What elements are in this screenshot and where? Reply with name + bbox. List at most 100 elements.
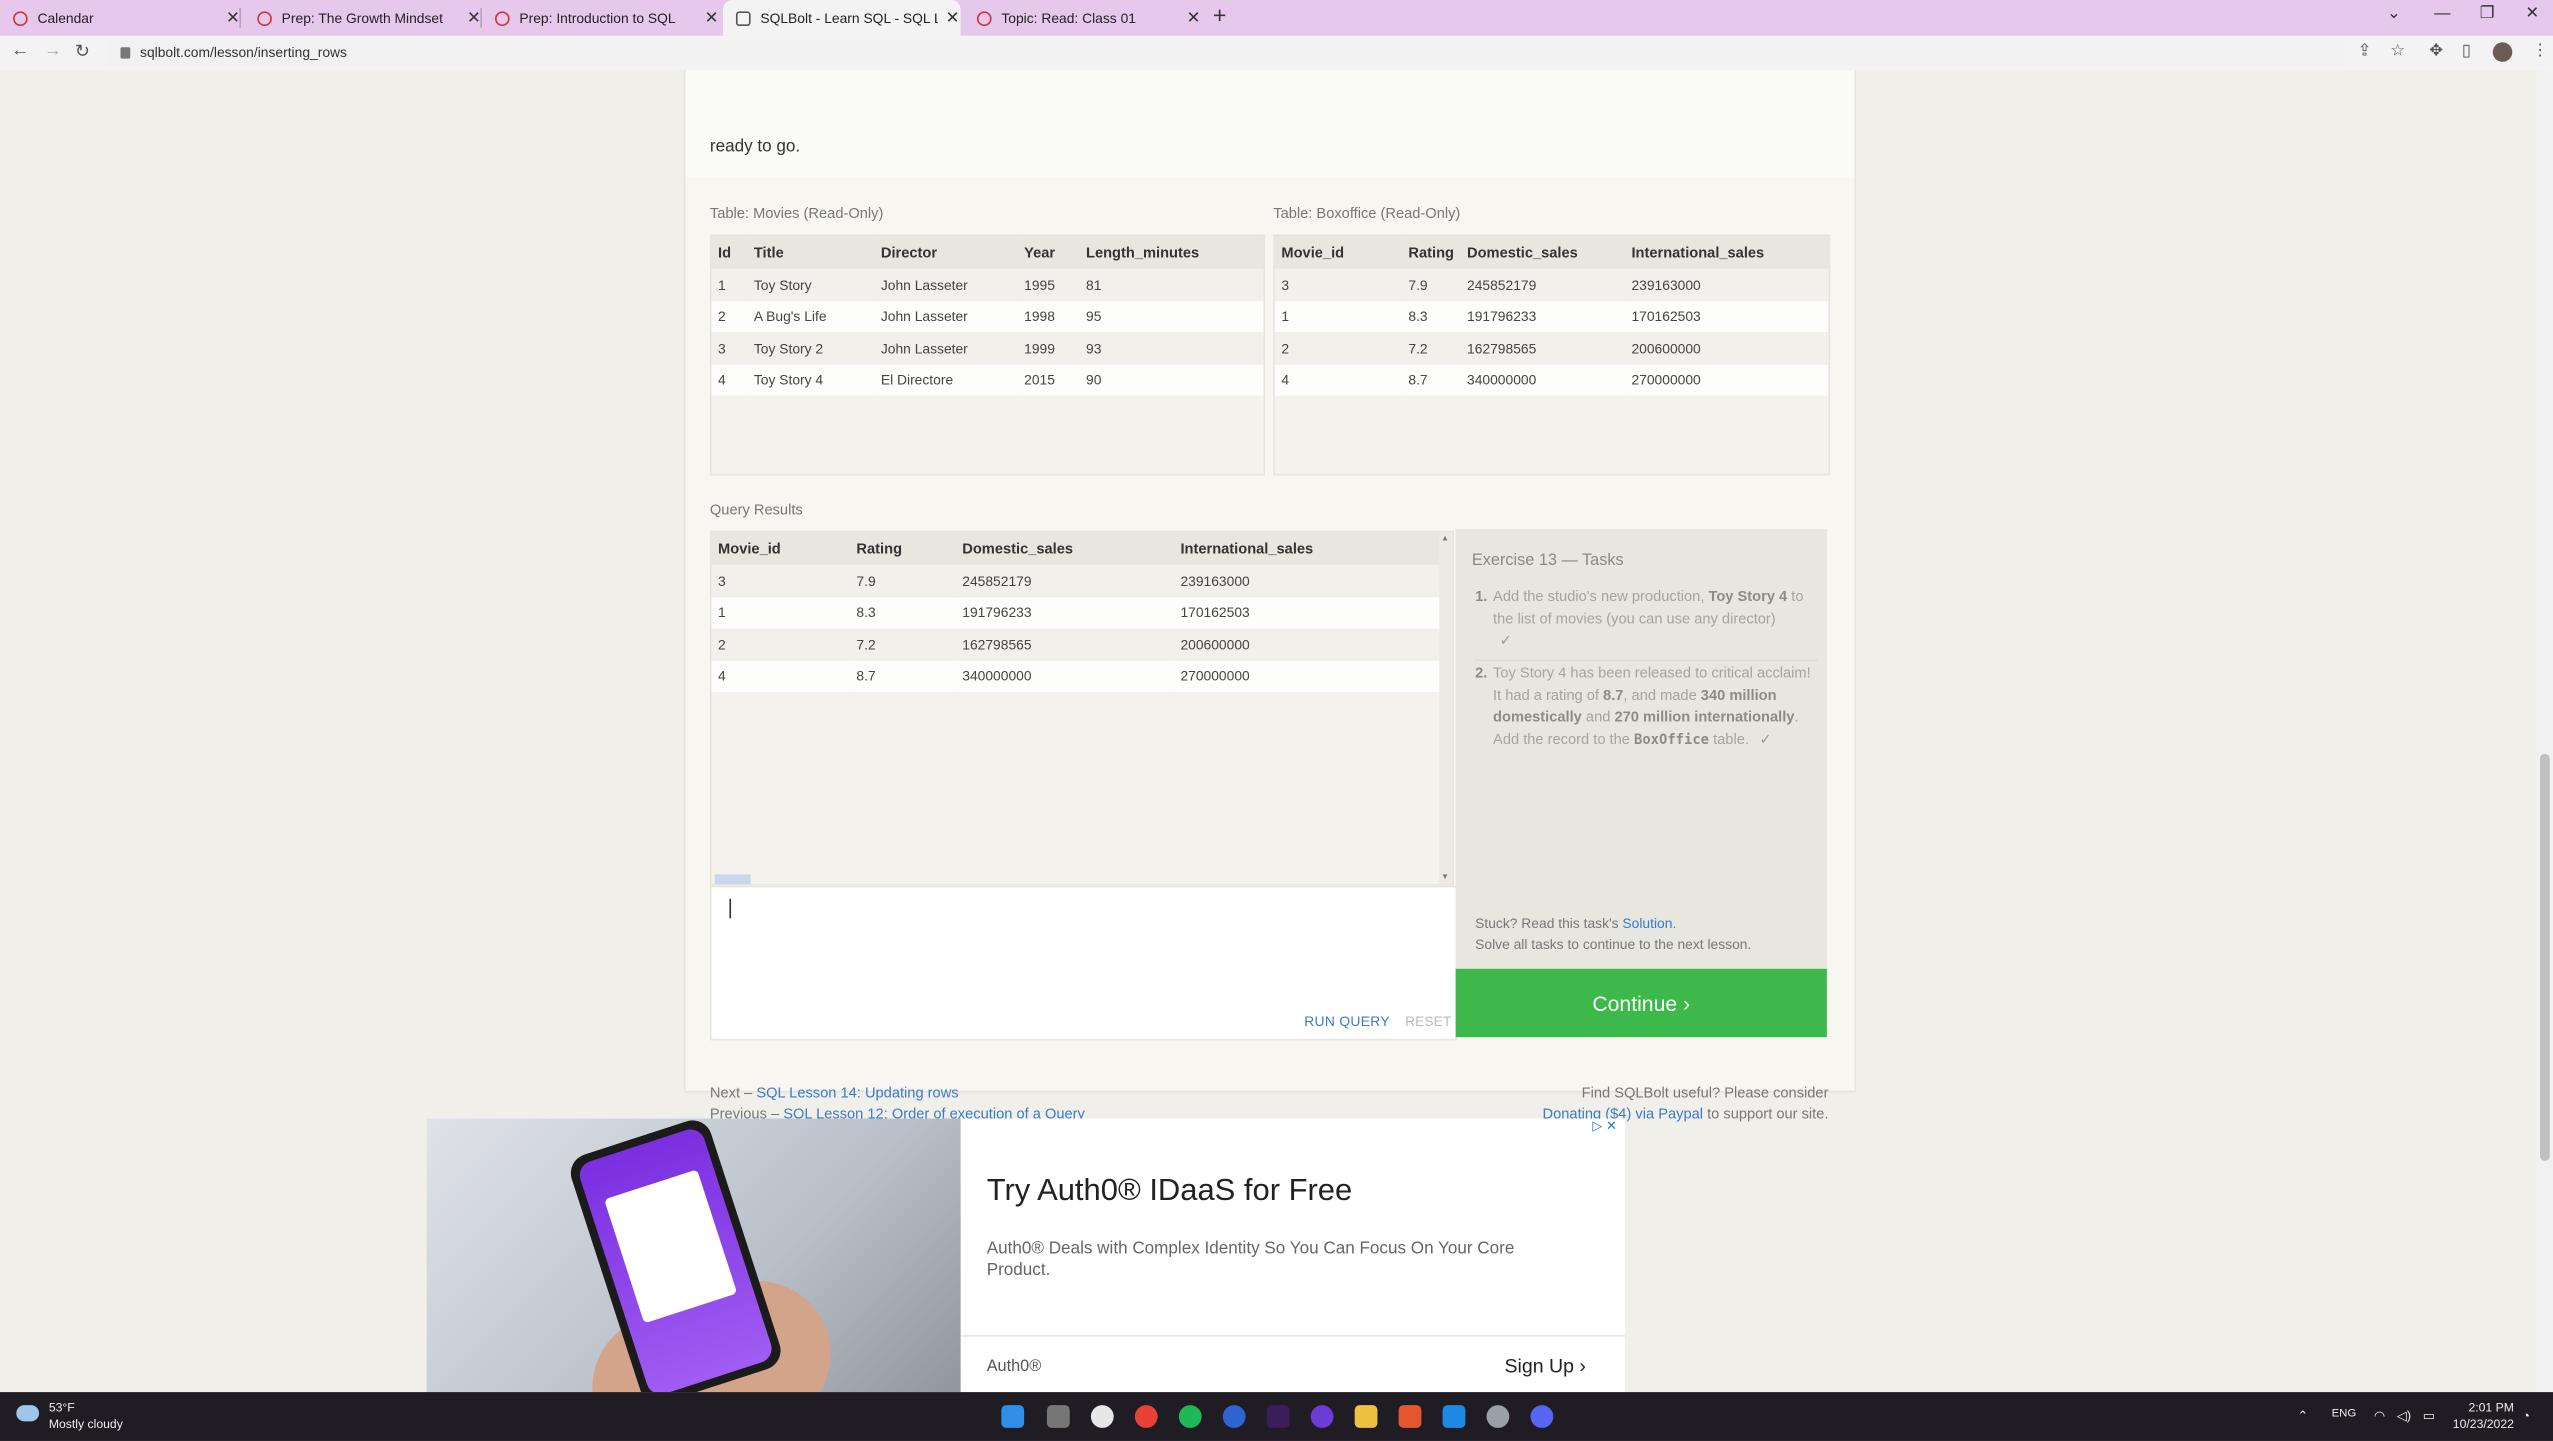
clock[interactable]: 2:01 PM 10/23/2022 — [2453, 1400, 2514, 1433]
table-cell: 4 — [1274, 363, 1402, 396]
word-icon[interactable] — [1222, 1405, 1246, 1428]
column-header: Rating — [1401, 236, 1461, 269]
results-resize-handle[interactable] — [714, 874, 751, 885]
table-cell: 245852179 — [955, 564, 1174, 597]
new-tab-button[interactable]: + — [1213, 2, 1226, 28]
table-cell: John Lasseter — [874, 268, 1018, 301]
reset-button[interactable]: RESET — [1405, 1013, 1451, 1029]
exercise-tasks-panel: Exercise 13 — Tasks 1. Add the studio's … — [1455, 529, 1827, 969]
table-cell: 245852179 — [1460, 268, 1625, 301]
weather-widget[interactable]: 53°F Mostly cloudy — [16, 1400, 123, 1433]
table-cell: Toy Story — [747, 268, 875, 301]
results-scrollbar[interactable]: ▲ ▼ — [1439, 532, 1453, 885]
column-header: Movie_id — [711, 532, 850, 565]
table-row: 1 8.3 191796233 170162503 — [1274, 300, 1829, 333]
table-cell: 3 — [711, 564, 850, 597]
close-icon[interactable]: ✕ — [1185, 9, 1201, 27]
tab-label: Prep: The Growth Mindset — [281, 9, 443, 27]
minimize-icon[interactable]: — — [2434, 5, 2450, 23]
share-icon[interactable]: ⇪ — [2358, 42, 2372, 60]
close-icon[interactable]: ✕ — [944, 9, 960, 27]
tab-read-class[interactable]: Topic: Read: Class 01 ✕ — [964, 0, 1202, 36]
check-icon: ✓ — [1759, 730, 1772, 747]
table-cell: 239163000 — [1624, 268, 1829, 301]
table-row: 4 8.7 340000000 270000000 — [1274, 363, 1829, 396]
tab-calendar[interactable]: Calendar ✕ — [0, 0, 241, 36]
photos-icon[interactable] — [1442, 1405, 1466, 1428]
table-cell: A Bug's Life — [747, 300, 875, 333]
window-close-icon[interactable]: ✕ — [2525, 5, 2539, 23]
restore-icon[interactable]: ❐ — [2480, 5, 2495, 23]
side-panel-icon[interactable]: ▯ — [2462, 42, 2471, 60]
ad-signup-button[interactable]: Sign Up › — [1504, 1355, 1585, 1378]
github-desktop-icon[interactable] — [1310, 1405, 1334, 1428]
menu-icon[interactable]: ⋮ — [2532, 42, 2548, 60]
tab-label: Calendar — [37, 9, 94, 27]
start-icon[interactable] — [1001, 1405, 1025, 1428]
wifi-icon[interactable]: ◠ — [2374, 1408, 2385, 1423]
tab-label: Topic: Read: Class 01 — [1001, 9, 1136, 27]
close-icon[interactable]: ✕ — [703, 9, 719, 27]
solution-link[interactable]: Solution — [1622, 915, 1672, 931]
reload-icon[interactable]: ↻ — [75, 41, 90, 62]
tab-label: SQLBolt - Learn SQL - SQL Lesson — [760, 9, 937, 27]
table-cell: 3 — [711, 332, 748, 364]
table-row: 4 Toy Story 4 El Directore 2015 90 — [711, 363, 1264, 396]
volume-icon[interactable]: ◁) — [2397, 1408, 2411, 1423]
spotify-icon[interactable] — [1178, 1405, 1202, 1428]
table-cell: 7.2 — [1401, 332, 1461, 364]
url-field[interactable]: sqlbolt.com/lesson/inserting_rows — [107, 40, 2345, 66]
column-header: Length_minutes — [1079, 236, 1264, 269]
table-cell: 4 — [711, 660, 850, 692]
task-2: 2. Toy Story 4 has been released to crit… — [1475, 664, 1811, 749]
scrollbar-thumb[interactable] — [2539, 753, 2550, 1161]
language-indicator[interactable]: ENG — [2332, 1408, 2357, 1419]
office-icon[interactable] — [1398, 1405, 1422, 1428]
continue-button[interactable]: Continue › — [1455, 968, 1827, 1038]
forward-icon[interactable]: → — [44, 41, 62, 61]
intellij-icon[interactable] — [1266, 1405, 1290, 1428]
table-cell: 7.2 — [849, 628, 956, 661]
table-cell: 8.3 — [1401, 300, 1461, 333]
slack-icon[interactable] — [1090, 1405, 1114, 1428]
tab-search-icon[interactable]: ⌄ — [2387, 5, 2401, 23]
table-cell: John Lasseter — [874, 300, 1018, 333]
table-cell: 1999 — [1017, 332, 1080, 364]
ad-choices-icon[interactable]: ▷ ✕ — [1592, 1119, 1617, 1134]
chevron-right-icon: › — [1579, 1354, 1586, 1378]
movies-table-caption: Table: Movies (Read-Only) — [709, 205, 884, 222]
chrome-icon[interactable] — [1134, 1405, 1158, 1428]
column-header: Movie_id — [1274, 236, 1402, 269]
next-lesson-link[interactable]: SQL Lesson 14: Updating rows — [756, 1084, 958, 1100]
tab-growth-mindset[interactable]: Prep: The Growth Mindset ✕ — [244, 0, 482, 36]
table-row: 1 Toy Story John Lasseter 1995 81 — [711, 268, 1264, 301]
battery-icon[interactable]: ▭ — [2423, 1408, 2435, 1423]
ad-description: Auth0® Deals with Complex Identity So Yo… — [986, 1239, 1515, 1280]
table-cell: Toy Story 2 — [747, 332, 875, 364]
ad-title[interactable]: Try Auth0® IDaaS for Free — [987, 1174, 1353, 1210]
task-view-icon[interactable] — [1046, 1405, 1070, 1428]
profile-avatar[interactable] — [2492, 42, 2513, 62]
tab-sqlbolt[interactable]: SQLBolt - Learn SQL - SQL Lesson ✕ — [722, 0, 961, 36]
advertisement[interactable]: ▷ ✕ Try Auth0® IDaaS for Free Auth0® Dea… — [426, 1118, 1625, 1393]
tab-favicon-icon — [257, 10, 272, 26]
column-header: Title — [747, 236, 875, 269]
back-icon[interactable]: ← — [11, 41, 29, 61]
notification-icon[interactable]: ◔ — [2522, 1408, 2530, 1423]
query-results-box: Movie_id Rating Domestic_sales Internationa… — [709, 530, 1454, 886]
table-cell: 200600000 — [1173, 628, 1440, 661]
tab-favicon-icon — [13, 10, 28, 26]
settings-gear-icon[interactable] — [1486, 1405, 1510, 1428]
sql-query-editor[interactable]: RUN QUERY RESET — [709, 885, 1458, 1041]
task-1: 1. Add the studio's new production, Toy … — [1475, 587, 1804, 649]
chevron-up-icon[interactable]: ⌃ — [2297, 1408, 2308, 1423]
bookmark-star-icon[interactable]: ☆ — [2390, 42, 2405, 60]
table-cell: 270000000 — [1173, 660, 1440, 692]
file-explorer-icon[interactable] — [1354, 1405, 1378, 1428]
tab-intro-sql[interactable]: Prep: Introduction to SQL ✕ — [482, 0, 720, 36]
run-query-button[interactable]: RUN QUERY — [1304, 1013, 1390, 1029]
table-row: 3 Toy Story 2 John Lasseter 1999 93 — [711, 332, 1264, 364]
extensions-icon[interactable]: ✥ — [2429, 42, 2443, 60]
discord-icon[interactable] — [1530, 1405, 1554, 1428]
page-scrollbar[interactable] — [2536, 70, 2553, 1393]
